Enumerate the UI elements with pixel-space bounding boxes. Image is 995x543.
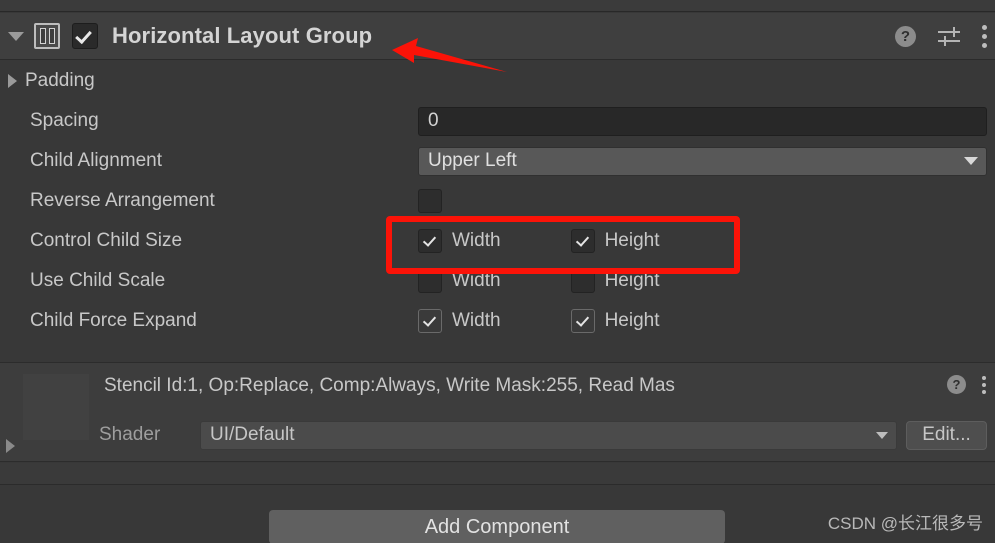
property-row-control-child-size: Control Child Size Width Height [0, 221, 995, 261]
child-force-expand-height-checkbox[interactable] [570, 309, 595, 333]
watermark-text: CSDN @长江很多号 [827, 514, 983, 533]
child-force-expand-width-checkbox[interactable] [418, 309, 442, 333]
component-title: Horizontal Layout Group [112, 23, 373, 48]
child-force-expand-width-group: Width [418, 309, 501, 333]
component-enabled-checkbox[interactable] [72, 23, 98, 49]
child-force-expand-height-group: Height [570, 309, 660, 333]
checkmark-icon [75, 26, 92, 45]
use-child-scale-field-zone: Width Height [418, 269, 987, 293]
panel-gap-strip [0, 463, 995, 485]
property-label: Control Child Size [30, 230, 183, 251]
control-child-size-height-checkbox[interactable] [570, 229, 595, 253]
stencil-info-text: Stencil Id:1, Op:Replace, Comp:Always, W… [104, 375, 675, 396]
control-child-size-width-group: Width [418, 229, 501, 253]
help-icon[interactable]: ? [947, 375, 966, 394]
padding-foldout[interactable]: Padding [0, 70, 95, 92]
component-header[interactable]: Horizontal Layout Group ? [0, 13, 995, 60]
child-alignment-value: Upper Left [428, 150, 517, 171]
reverse-arrangement-checkbox[interactable] [418, 189, 442, 213]
shader-value: UI/Default [210, 424, 295, 445]
checkbox-label: Width [452, 270, 501, 291]
header-tools: ? [895, 24, 987, 48]
checkmark-icon [575, 233, 589, 247]
horizontal-layout-group-icon [34, 23, 60, 49]
control-child-size-field-zone: Width Height [418, 229, 987, 253]
triangle-down-icon[interactable] [8, 31, 24, 41]
property-row-use-child-scale: Use Child Scale Width Height [0, 261, 995, 301]
use-child-scale-height-group: Height [570, 269, 660, 293]
property-label: Child Alignment [30, 150, 163, 171]
panel-top-strip [0, 0, 995, 12]
preset-icon[interactable] [938, 26, 960, 46]
add-component-button[interactable]: Add Component [269, 510, 725, 543]
property-row-child-force-expand: Child Force Expand Width Height [0, 301, 995, 341]
reverse-arrangement-field-zone [418, 189, 987, 213]
checkbox-label: Width [452, 310, 501, 331]
checkmark-icon [575, 313, 589, 327]
spacing-field-zone: 0 [418, 106, 987, 136]
checkbox-label: Height [604, 270, 660, 291]
child-alignment-dropdown[interactable]: Upper Left [418, 146, 987, 176]
shader-dropdown[interactable]: UI/Default [200, 420, 897, 450]
spacing-input[interactable]: 0 [418, 106, 987, 136]
checkbox-label: Width [452, 230, 501, 251]
property-label: Padding [25, 70, 95, 91]
property-label: Child Force Expand [30, 310, 197, 331]
kebab-menu-icon[interactable] [982, 375, 986, 394]
shader-edit-button[interactable]: Edit... [906, 420, 987, 450]
property-row-child-alignment: Child Alignment Upper Left [0, 141, 995, 181]
control-child-size-width-checkbox[interactable] [418, 229, 442, 253]
property-label: Spacing [30, 110, 99, 131]
help-icon[interactable]: ? [895, 25, 916, 47]
triangle-right-icon[interactable] [8, 74, 17, 88]
kebab-menu-icon[interactable] [982, 24, 987, 48]
property-row-reverse-arrangement: Reverse Arrangement [0, 181, 995, 221]
child-alignment-field-zone: Upper Left [418, 146, 987, 176]
shader-label: Shader [99, 424, 161, 445]
inspector-footer: Add Component CSDN @长江很多号 [0, 486, 995, 543]
property-row-padding[interactable]: Padding [0, 61, 995, 101]
material-tools: ? [947, 375, 986, 394]
property-row-spacing: Spacing 0 [0, 101, 995, 141]
use-child-scale-height-checkbox[interactable] [570, 269, 595, 293]
checkmark-icon [422, 233, 437, 247]
child-force-expand-field-zone: Width Height [418, 309, 987, 333]
unity-inspector-panel: Horizontal Layout Group ? Padding Spacin… [0, 0, 995, 543]
chevron-down-icon [876, 431, 888, 439]
material-section: Stencil Id:1, Op:Replace, Comp:Always, W… [0, 362, 995, 462]
checkbox-label: Height [604, 310, 660, 331]
chevron-down-icon [964, 157, 978, 165]
property-label: Use Child Scale [30, 270, 166, 291]
property-label: Reverse Arrangement [30, 190, 215, 211]
use-child-scale-width-checkbox[interactable] [418, 269, 442, 293]
property-list: Padding Spacing 0 Child Alignment Upper … [0, 61, 995, 341]
use-child-scale-width-group: Width [418, 269, 501, 293]
checkbox-label: Height [604, 230, 660, 251]
shader-row: Shader UI/Default Edit... [0, 419, 995, 451]
control-child-size-height-group: Height [570, 229, 660, 253]
checkmark-icon [422, 313, 437, 327]
